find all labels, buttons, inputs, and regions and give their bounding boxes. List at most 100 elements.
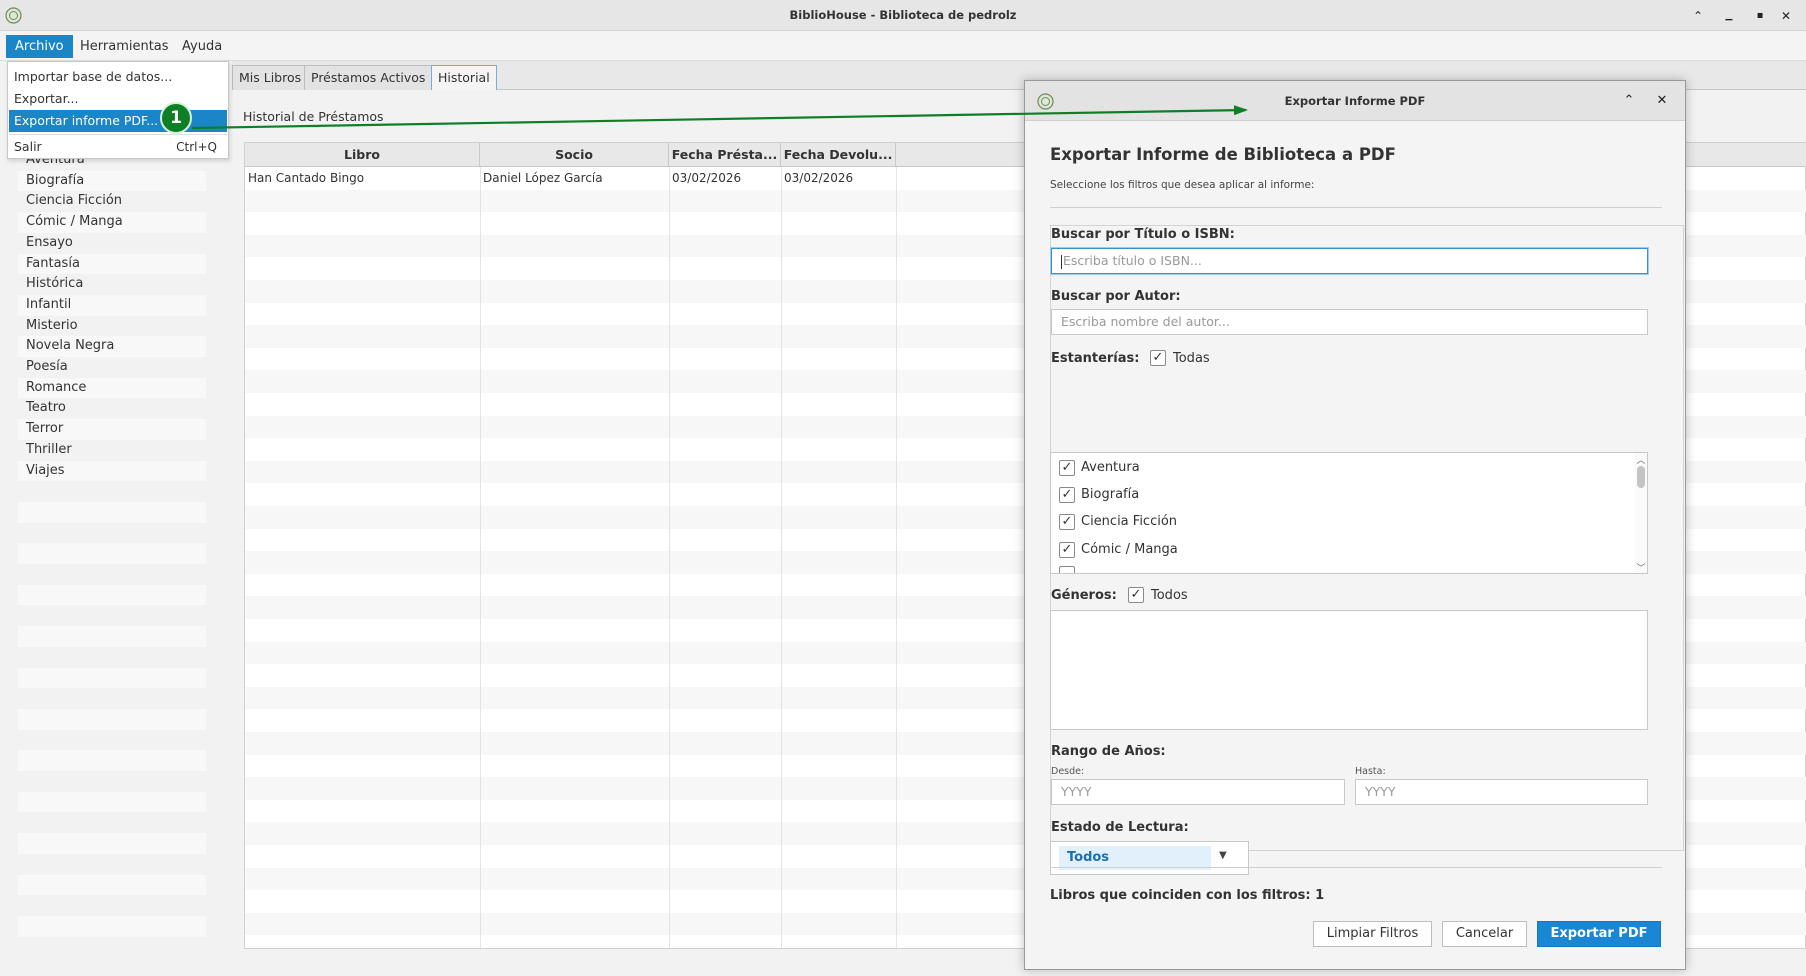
- table-cell: 03/02/2026: [672, 171, 742, 185]
- author-search-label: Buscar por Autor:: [1051, 289, 1181, 304]
- menu-item-exportar[interactable]: Exportar...: [9, 88, 227, 110]
- maximize-icon[interactable]: ▪: [1750, 6, 1770, 26]
- genres-all-label: Todos: [1151, 588, 1188, 603]
- shelf-label: Ciencia Ficción: [1081, 514, 1178, 529]
- category-item-viajes[interactable]: Viajes: [18, 460, 206, 482]
- dropdown-arrow-icon: ▼: [1219, 850, 1227, 861]
- table-cell: Daniel López García: [483, 171, 603, 185]
- category-empty-row: [18, 605, 206, 626]
- scroll-up-icon[interactable]: ︿: [1635, 453, 1647, 466]
- divider: [1050, 867, 1662, 868]
- window-titlebar: BiblioHouse - Biblioteca de pedrolz ⌃ ▁ …: [0, 0, 1806, 31]
- minimize-icon[interactable]: ⌃: [1688, 6, 1708, 26]
- category-empty-row: [18, 791, 206, 813]
- category-empty-row: [18, 564, 206, 585]
- category-empty-row: [18, 833, 206, 854]
- category-item-infantil[interactable]: Infantil: [18, 294, 206, 316]
- text-caret: [1061, 254, 1062, 269]
- close-dialog-icon[interactable]: ✕: [1652, 91, 1672, 111]
- column-header[interactable]: Fecha Présta...: [669, 143, 781, 167]
- menu-item-shortcut: Ctrl+Q: [176, 140, 217, 154]
- collapse-icon[interactable]: ⌃: [1619, 91, 1639, 111]
- year-from-input[interactable]: YYYY: [1051, 779, 1345, 805]
- category-item-biografia[interactable]: Biografía: [18, 170, 206, 192]
- menu-herramientas[interactable]: Herramientas: [71, 35, 178, 58]
- genres-label: Géneros:: [1051, 588, 1117, 603]
- author-input[interactable]: Escriba nombre del autor...: [1051, 309, 1648, 335]
- dialog-subtitle: Seleccione los filtros que desea aplicar…: [1050, 179, 1315, 191]
- checkbox[interactable]: ✓: [1059, 542, 1075, 558]
- clear-filters-button[interactable]: Limpiar Filtros: [1313, 921, 1432, 947]
- tab-prestamos-activos[interactable]: Préstamos Activos: [304, 65, 433, 90]
- shelves-label: Estanterías:: [1051, 351, 1140, 366]
- category-item-ensayo[interactable]: Ensayo: [18, 233, 206, 254]
- menu-item-salir[interactable]: Salir Ctrl+Q: [9, 136, 227, 158]
- file-menu-dropdown: Importar base de datos... Exportar... Ex…: [7, 61, 229, 159]
- export-pdf-button[interactable]: Exportar PDF: [1537, 921, 1661, 947]
- shelves-all-label: Todas: [1173, 351, 1210, 366]
- shelves-all-checkbox[interactable]: ✓: [1150, 350, 1166, 366]
- menu-item-importar-base-datos[interactable]: Importar base de datos...: [9, 66, 227, 88]
- category-list: Aventura Biografía Ciencia Ficción Cómic…: [18, 150, 206, 947]
- category-item-thriller[interactable]: Thriller: [18, 440, 206, 461]
- menu-item-exportar-informe-pdf[interactable]: Exportar informe PDF...: [9, 110, 227, 132]
- category-empty-row: [18, 874, 206, 896]
- category-item-terror[interactable]: Terror: [18, 419, 206, 440]
- dialog-titlebar: Exportar Informe PDF ⌃ ✕: [1025, 81, 1685, 121]
- close-window-icon[interactable]: ✕: [1776, 6, 1796, 26]
- restore-icon[interactable]: ▁: [1719, 6, 1739, 26]
- tab-mis-libros[interactable]: Mis Libros: [232, 65, 309, 90]
- scroll-down-icon[interactable]: ﹀: [1635, 561, 1647, 573]
- category-item-comic-manga[interactable]: Cómic / Manga: [18, 212, 206, 233]
- menu-item-label: Salir: [14, 139, 42, 154]
- genres-list[interactable]: [1050, 610, 1648, 730]
- category-empty-row: [18, 543, 206, 564]
- column-header[interactable]: Socio: [480, 143, 669, 167]
- reading-state-select[interactable]: Todos ▼: [1050, 841, 1249, 875]
- checkbox[interactable]: ✓: [1059, 487, 1075, 503]
- menu-archivo[interactable]: Archivo: [6, 35, 73, 58]
- column-divider: [781, 167, 782, 950]
- category-item-misterio[interactable]: Misterio: [18, 316, 206, 337]
- category-item-novela-negra[interactable]: Novela Negra: [18, 336, 206, 357]
- scrollbar-thumb[interactable]: [1637, 466, 1645, 488]
- category-empty-row: [18, 584, 206, 606]
- category-empty-row: [18, 626, 206, 647]
- dialog-title: Exportar Informe PDF: [1284, 94, 1426, 108]
- category-item-romance[interactable]: Romance: [18, 377, 206, 399]
- history-section-label: Historial de Préstamos: [243, 109, 384, 124]
- menu-ayuda[interactable]: Ayuda: [173, 35, 231, 58]
- tab-historial[interactable]: Historial: [431, 65, 497, 90]
- checkbox[interactable]: ✓: [1059, 514, 1075, 530]
- menu-item-label: Exportar informe PDF...: [14, 113, 159, 128]
- author-placeholder: Escriba nombre del autor...: [1061, 314, 1230, 329]
- category-item-poesia[interactable]: Poesía: [18, 357, 206, 378]
- column-divider: [480, 167, 481, 950]
- column-header[interactable]: Fecha Devolu...: [781, 143, 896, 167]
- export-pdf-dialog: Exportar Informe PDF ⌃ ✕ Exportar Inform…: [1024, 80, 1686, 970]
- column-divider: [669, 167, 670, 950]
- year-to-input[interactable]: YYYY: [1355, 779, 1648, 805]
- title-isbn-input[interactable]: Escriba título o ISBN...: [1051, 248, 1648, 274]
- menubar: Archivo Herramientas Ayuda: [0, 31, 1806, 61]
- menu-item-label: Exportar...: [14, 91, 79, 106]
- shelf-label: Cómic / Manga: [1081, 542, 1178, 557]
- category-empty-row: [18, 688, 206, 709]
- shelves-list: ✓ Aventura ✓ Biografía ✓ Ciencia Ficción…: [1050, 452, 1648, 574]
- category-empty-row: [18, 667, 206, 689]
- cancel-button[interactable]: Cancelar: [1442, 921, 1527, 947]
- genres-all-checkbox[interactable]: ✓: [1128, 587, 1144, 603]
- category-item-fantasia[interactable]: Fantasía: [18, 253, 206, 275]
- column-header[interactable]: Libro: [245, 143, 480, 167]
- category-item-teatro[interactable]: Teatro: [18, 398, 206, 419]
- category-empty-row: [18, 915, 206, 937]
- category-empty-row: [18, 895, 206, 916]
- category-item-historica[interactable]: Histórica: [18, 274, 206, 295]
- shelf-label: Aventura: [1081, 460, 1140, 475]
- category-empty-row: [18, 812, 206, 833]
- dialog-heading: Exportar Informe de Biblioteca a PDF: [1050, 145, 1396, 164]
- table-cell: Han Cantado Bingo: [248, 171, 365, 185]
- title-isbn-placeholder: Escriba título o ISBN...: [1063, 253, 1202, 268]
- checkbox[interactable]: ✓: [1059, 460, 1075, 476]
- category-item-ciencia-ficcion[interactable]: Ciencia Ficción: [18, 191, 206, 212]
